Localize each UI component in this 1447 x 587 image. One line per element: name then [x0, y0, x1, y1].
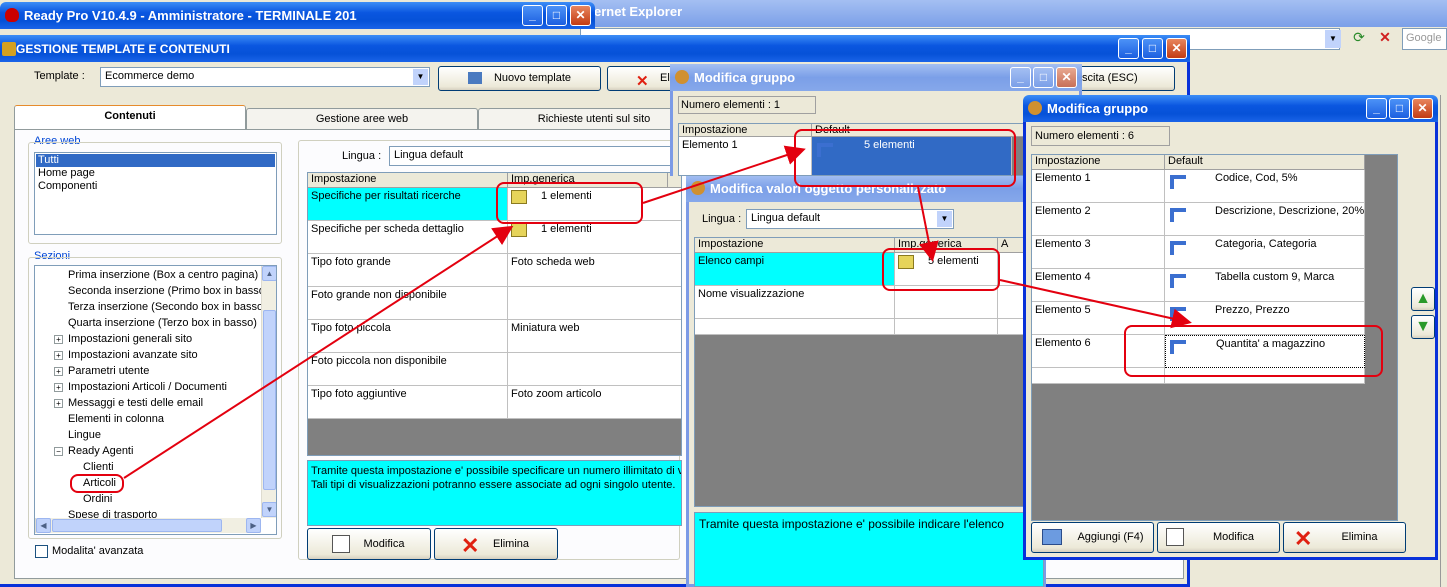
annotation-arrow — [917, 186, 939, 262]
annotation-arrow — [999, 279, 1192, 329]
annotation-arrow — [642, 145, 806, 204]
annotation-arrow — [123, 225, 514, 479]
annotation-arrows — [123, 145, 1192, 479]
